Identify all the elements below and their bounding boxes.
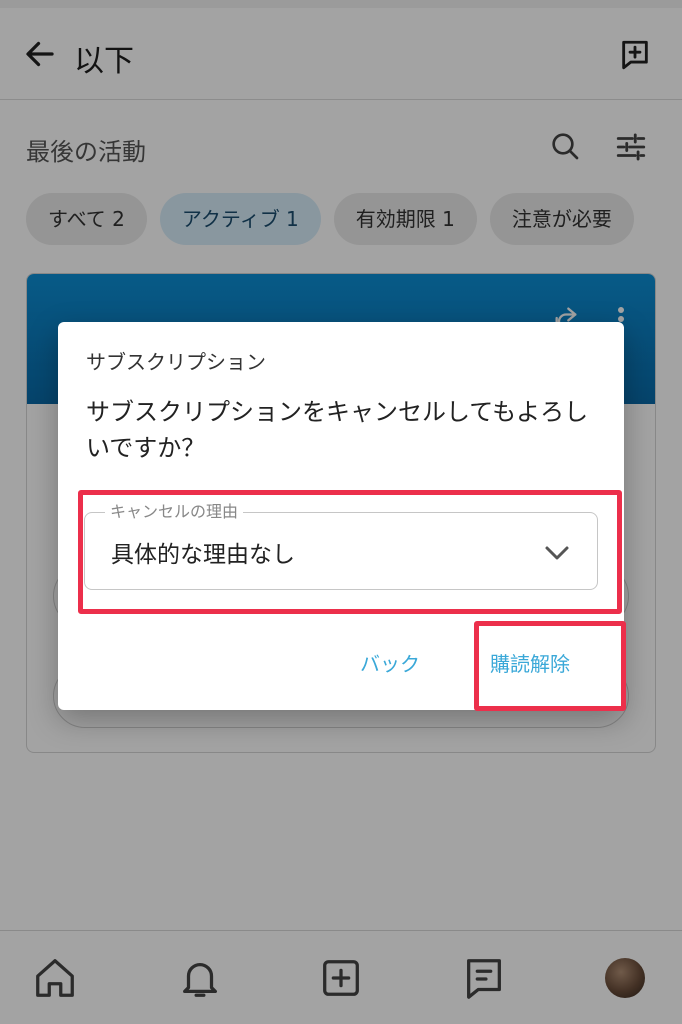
highlight-unsubscribe	[474, 621, 626, 711]
dialog-title: サブスクリプション	[86, 350, 266, 374]
highlight-cancel-reason	[78, 490, 622, 614]
back-button[interactable]: バック	[360, 648, 420, 677]
dialog-message: サブスクリプションをキャンセルしてもよろしいですか？	[86, 398, 589, 462]
